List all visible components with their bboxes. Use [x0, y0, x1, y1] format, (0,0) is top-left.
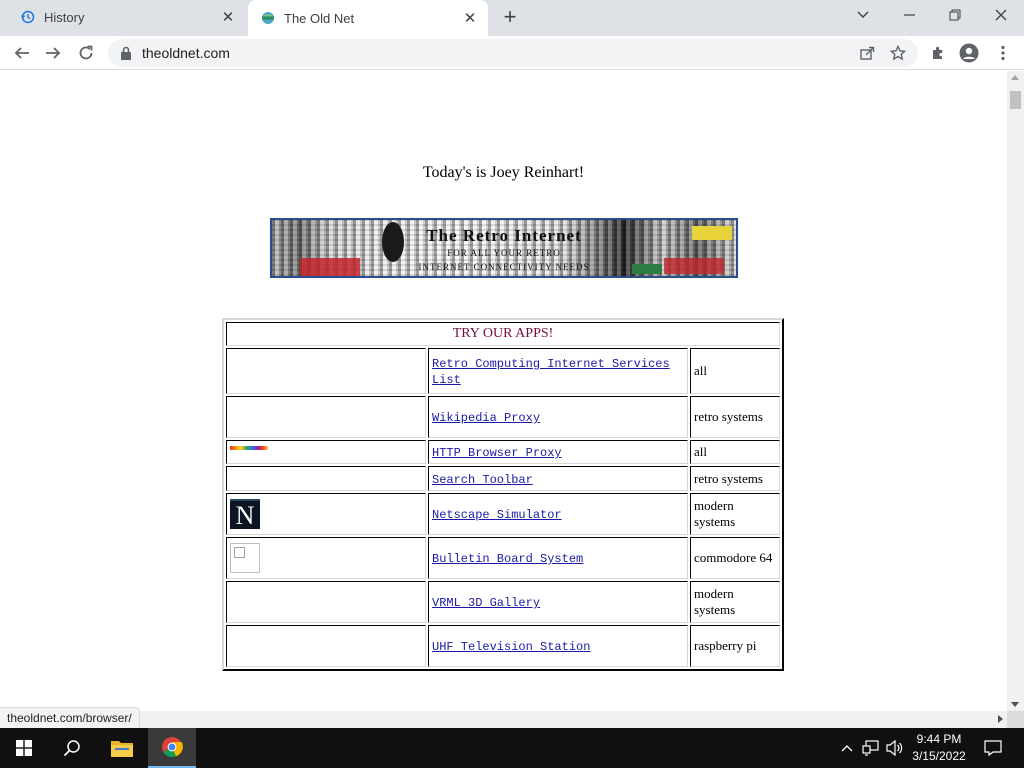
profile-avatar-icon[interactable] [956, 40, 982, 66]
table-row: Retro Computing Internet Services List a… [226, 348, 780, 394]
banner-ad[interactable]: The Retro Internet FOR ALL YOUR RETRO IN… [270, 218, 738, 278]
rainbow-strip-icon[interactable] [230, 446, 268, 450]
status-url-bubble: theoldnet.com/browser/ [0, 707, 140, 728]
app-icon-cell [226, 348, 426, 394]
app-icon-cell [226, 440, 426, 464]
app-platform: commodore 64 [690, 537, 780, 579]
app-icon-cell [226, 537, 426, 579]
scroll-right-arrow-icon[interactable] [998, 715, 1003, 723]
url-text[interactable]: theoldnet.com [142, 45, 230, 61]
show-hidden-icons-chevron-icon[interactable] [838, 728, 856, 768]
scrollbar-thumb[interactable] [1010, 91, 1021, 109]
table-row: N Netscape Simulator modern systems [226, 493, 780, 535]
apps-table: TRY OUR APPS! Retro Computing Internet S… [222, 318, 784, 671]
app-platform: modern systems [690, 493, 780, 535]
app-link-cell: Search Toolbar [428, 466, 688, 491]
app-link-cell: Bulletin Board System [428, 537, 688, 579]
app-link[interactable]: Bulletin Board System [432, 552, 583, 566]
banner-line-2: FOR ALL YOUR RETRO [447, 248, 561, 258]
scroll-up-arrow-icon[interactable] [1011, 75, 1019, 80]
app-icon-cell [226, 581, 426, 623]
scroll-corner [1007, 711, 1024, 728]
file-explorer-icon[interactable] [98, 728, 146, 768]
chrome-taskbar-icon[interactable] [148, 728, 196, 768]
app-platform: all [690, 348, 780, 394]
back-arrow-icon[interactable] [9, 40, 35, 66]
tab-history[interactable]: History ✕ [8, 0, 246, 34]
menu-kebab-icon[interactable] [990, 40, 1016, 66]
banner-title: The Retro Internet [426, 226, 582, 245]
clock-date: 3/15/2022 [912, 749, 966, 763]
lock-icon[interactable] [120, 46, 132, 60]
app-icon-cell [226, 466, 426, 491]
app-icon-cell [226, 396, 426, 438]
clock-time: 9:44 PM [916, 732, 962, 746]
apps-table-header: TRY OUR APPS! [226, 322, 780, 346]
app-link[interactable]: Netscape Simulator [432, 508, 562, 522]
network-icon[interactable] [860, 728, 882, 768]
browser-toolbar: theoldnet.com [0, 36, 1024, 70]
share-icon[interactable] [854, 40, 880, 66]
close-tab-icon[interactable]: ✕ [460, 8, 480, 28]
table-row: HTTP Browser Proxy all [226, 440, 780, 464]
app-link[interactable]: Search Toolbar [432, 473, 533, 487]
start-windows-icon[interactable] [0, 728, 48, 768]
close-tab-icon[interactable]: ✕ [218, 7, 238, 27]
app-icon-cell: N [226, 493, 426, 535]
table-row: Bulletin Board System commodore 64 [226, 537, 780, 579]
page-greeting: Today's is Joey Reinhart! [422, 164, 585, 181]
globe-icon [260, 10, 276, 26]
table-row: Search Toolbar retro systems [226, 466, 780, 491]
restore-button[interactable] [932, 0, 978, 30]
app-platform: modern systems [690, 581, 780, 623]
app-icon-cell [226, 625, 426, 667]
banner-line-3: INTERNET CONNECTIVITY NEEDS [418, 262, 590, 272]
app-link[interactable]: UHF Television Station [432, 640, 590, 654]
tab-strip: History ✕ The Old Net ✕ + [0, 0, 1024, 36]
broken-image-icon[interactable] [230, 543, 260, 573]
app-link-cell: Wikipedia Proxy [428, 396, 688, 438]
app-link-cell: Retro Computing Internet Services List [428, 348, 688, 394]
tab-title: The Old Net [284, 10, 355, 26]
app-link-cell: VRML 3D Gallery [428, 581, 688, 623]
app-link-cell: HTTP Browser Proxy [428, 440, 688, 464]
horizontal-scrollbar[interactable] [0, 711, 1007, 728]
vertical-scrollbar[interactable] [1007, 71, 1024, 711]
volume-icon[interactable] [884, 728, 906, 768]
history-icon [20, 9, 36, 25]
tab-the-old-net[interactable]: The Old Net ✕ [248, 0, 488, 36]
search-icon[interactable] [48, 728, 96, 768]
bookmark-star-icon[interactable] [885, 40, 911, 66]
table-row: UHF Television Station raspberry pi [226, 625, 780, 667]
notifications-icon[interactable] [978, 728, 1008, 768]
windows-taskbar: 9:44 PM 3/15/2022 [0, 728, 1024, 768]
scroll-down-arrow-icon[interactable] [1011, 702, 1019, 707]
tab-search-chevron-icon[interactable] [840, 0, 886, 30]
forward-arrow-icon[interactable] [40, 40, 66, 66]
app-link-cell: UHF Television Station [428, 625, 688, 667]
extensions-puzzle-icon[interactable] [925, 40, 951, 66]
app-platform: all [690, 440, 780, 464]
address-bar[interactable]: theoldnet.com [108, 39, 918, 67]
page-viewport: Today's is Joey Reinhart! The Retro Inte… [0, 71, 1007, 711]
app-platform: retro systems [690, 396, 780, 438]
minimize-button[interactable] [886, 0, 932, 30]
app-link[interactable]: Retro Computing Internet Services List [432, 357, 670, 387]
app-link[interactable]: Wikipedia Proxy [432, 411, 540, 425]
app-platform: raspberry pi [690, 625, 780, 667]
app-link-cell: Netscape Simulator [428, 493, 688, 535]
system-clock[interactable]: 9:44 PM 3/15/2022 [906, 731, 972, 765]
table-row: VRML 3D Gallery modern systems [226, 581, 780, 623]
close-window-button[interactable] [978, 0, 1024, 30]
new-tab-button[interactable]: + [498, 6, 522, 30]
app-platform: retro systems [690, 466, 780, 491]
app-link[interactable]: HTTP Browser Proxy [432, 446, 562, 460]
app-link[interactable]: VRML 3D Gallery [432, 596, 540, 610]
netscape-logo-icon[interactable]: N [230, 499, 260, 530]
table-row: Wikipedia Proxy retro systems [226, 396, 780, 438]
reload-icon[interactable] [73, 40, 99, 66]
tab-title: History [44, 9, 85, 25]
